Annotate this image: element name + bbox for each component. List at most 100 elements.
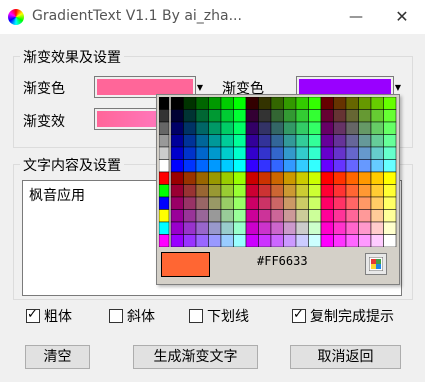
color-cell <box>195 221 209 235</box>
color-cell <box>383 221 397 235</box>
close-button[interactable]: ✕ <box>379 0 425 34</box>
selected-color-hex: #FF6633 <box>257 254 308 268</box>
color-cell <box>245 234 259 247</box>
color-cell <box>308 121 322 135</box>
color-cell <box>270 209 284 223</box>
color-cell <box>270 171 284 185</box>
color-cell <box>283 134 297 148</box>
color-cell <box>370 184 384 198</box>
color-cell <box>358 171 372 185</box>
color-cell <box>170 221 184 235</box>
color-cell <box>170 146 184 160</box>
color-cell <box>258 159 272 173</box>
cancel-button[interactable]: 取消返回 <box>290 345 401 369</box>
color-cell <box>159 134 170 148</box>
color-cell <box>333 134 347 148</box>
color-cell <box>345 196 359 210</box>
color-cell <box>345 134 359 148</box>
color-cell <box>295 171 309 185</box>
minimize-button[interactable]: — <box>333 0 379 34</box>
color-cell <box>245 221 259 235</box>
italic-option[interactable]: 斜体 <box>109 306 155 326</box>
text-content-label: 文字内容及设置 <box>20 155 124 175</box>
color-cell <box>208 171 222 185</box>
color-cell <box>245 109 259 123</box>
bold-checkbox[interactable] <box>26 307 40 323</box>
color-cell <box>170 159 184 173</box>
color-cell <box>308 97 322 110</box>
color-cell <box>220 134 234 148</box>
color-cell <box>233 121 247 135</box>
color-cell <box>233 109 247 123</box>
copy-hint-option[interactable]: 复制完成提示 <box>292 306 394 326</box>
color-cell <box>308 109 322 123</box>
underline-label: 下划线 <box>207 309 249 325</box>
color-cell <box>233 146 247 160</box>
color-cell <box>308 234 322 247</box>
color-cell <box>333 109 347 123</box>
color-cell <box>270 121 284 135</box>
color-cell <box>195 171 209 185</box>
color-cell <box>245 121 259 135</box>
color-cell <box>195 184 209 198</box>
color-cell <box>333 97 347 110</box>
color-cell <box>370 209 384 223</box>
copy-hint-checkbox[interactable] <box>292 307 306 323</box>
color-cell <box>358 196 372 210</box>
effect-preview[interactable] <box>94 108 162 130</box>
color-cell <box>320 234 334 247</box>
color-cell <box>345 209 359 223</box>
color-cell <box>195 134 209 148</box>
color-cell <box>159 159 170 173</box>
color-cell <box>283 171 297 185</box>
color-cell <box>220 184 234 198</box>
color-cell <box>358 209 372 223</box>
color-cell <box>270 97 284 110</box>
color-cell <box>159 184 170 198</box>
color-cell <box>370 221 384 235</box>
color-cell <box>170 134 184 148</box>
color-cell <box>270 146 284 160</box>
custom-color-button[interactable] <box>365 253 387 275</box>
color-cell <box>258 184 272 198</box>
color-cell <box>283 121 297 135</box>
italic-label: 斜体 <box>127 309 155 325</box>
color-grid[interactable] <box>159 97 397 247</box>
color-cell <box>320 159 334 173</box>
italic-checkbox[interactable] <box>109 309 123 323</box>
color-cell <box>358 159 372 173</box>
color-cell <box>245 159 259 173</box>
color-cell <box>333 221 347 235</box>
color-cell <box>370 97 384 110</box>
color-cell <box>383 184 397 198</box>
color-cell <box>183 159 197 173</box>
color-cell <box>370 171 384 185</box>
clear-button[interactable]: 清空 <box>25 345 90 369</box>
color-cell <box>258 109 272 123</box>
color-cell <box>159 121 170 135</box>
color-cell <box>258 97 272 110</box>
color-cell <box>245 134 259 148</box>
color-cell <box>170 109 184 123</box>
color-cell <box>358 134 372 148</box>
underline-checkbox[interactable] <box>189 309 203 323</box>
color-cell <box>258 221 272 235</box>
color-cell <box>245 97 259 110</box>
color-cell <box>320 146 334 160</box>
color-cell <box>258 171 272 185</box>
color-cell <box>233 159 247 173</box>
color-cell <box>270 184 284 198</box>
color-cell <box>345 109 359 123</box>
underline-option[interactable]: 下划线 <box>189 306 249 326</box>
color-cell <box>159 97 170 110</box>
color-cell <box>233 184 247 198</box>
color-cell <box>270 196 284 210</box>
color-cell <box>295 146 309 160</box>
color-cell <box>295 109 309 123</box>
color-cell <box>208 209 222 223</box>
color-cell <box>195 196 209 210</box>
generate-button[interactable]: 生成渐变文字 <box>133 345 258 369</box>
color-cell <box>220 109 234 123</box>
color-cell <box>370 234 384 247</box>
bold-option[interactable]: 粗体 <box>26 306 72 326</box>
